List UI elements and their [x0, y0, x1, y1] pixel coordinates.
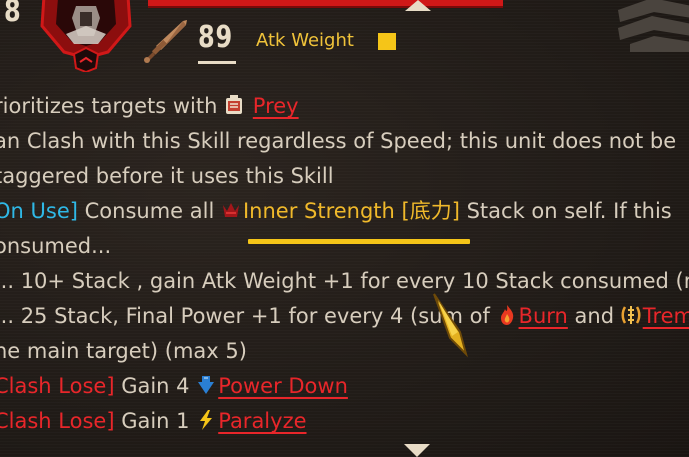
- description-text: Stack on self. If this: [459, 199, 672, 223]
- description-text: an Clash with this Skill regardless of S…: [0, 129, 677, 153]
- description-line: ... 25 Stack, Final Power +1 for every 4…: [0, 299, 689, 334]
- inner-strength-icon: [222, 203, 239, 217]
- burn-keyword[interactable]: Burn: [519, 304, 568, 328]
- description-line: he main target) (max 5): [0, 334, 689, 369]
- scroll-up-arrow-icon[interactable]: [405, 0, 431, 11]
- description-line: On Use] Consume all Inner Strength [底力] …: [0, 194, 689, 229]
- atk-weight-pip: [378, 33, 396, 50]
- description-text: rioritizes targets with: [0, 94, 225, 118]
- clash-lose-tag: Clash Lose]: [0, 374, 115, 398]
- on-use-tag: On Use]: [0, 199, 78, 223]
- tremor-icon: [621, 306, 641, 324]
- power-down-icon: [198, 376, 215, 394]
- character-portrait-icon: [40, 0, 132, 72]
- paralyze-icon: [200, 410, 213, 430]
- prey-keyword[interactable]: Prey: [253, 94, 299, 118]
- description-line: onsumed...: [0, 229, 689, 264]
- attack-value-underline: [198, 61, 236, 64]
- description-line: an Clash with this Skill regardless of S…: [0, 124, 689, 159]
- power-down-keyword[interactable]: Power Down: [218, 374, 348, 398]
- keyword-highlight-underline: [248, 239, 470, 244]
- burn-icon: [500, 305, 513, 325]
- description-text: Gain 4: [114, 374, 197, 398]
- emblem-icon: [618, 0, 689, 52]
- description-text: he main target) (max 5): [0, 339, 247, 363]
- description-text: onsumed...: [0, 234, 112, 258]
- description-text: taggered before it uses this Skill: [0, 164, 334, 188]
- sword-icon: [144, 20, 187, 63]
- description-line: taggered before it uses this Skill: [0, 159, 689, 194]
- tremor-keyword[interactable]: Trem: [643, 304, 689, 328]
- atk-weight-label: Atk Weight: [256, 30, 354, 51]
- paralyze-keyword[interactable]: Paralyze: [218, 409, 306, 433]
- description-line: Clash Lose] Gain 1 Paralyze: [0, 404, 689, 439]
- skill-level: 8: [4, 0, 21, 29]
- description-line: Clash Lose] Gain 4 Power Down: [0, 369, 689, 404]
- inner-strength-keyword[interactable]: Inner Strength [底力]: [243, 199, 460, 223]
- pointer-cursor-icon: [433, 293, 468, 358]
- clash-lose-tag: Clash Lose]: [0, 409, 115, 433]
- description-line: ... 10+ Stack , gain Atk Weight +1 for e…: [0, 264, 689, 299]
- description-text: and: [567, 304, 621, 328]
- description-text: Gain 1: [114, 409, 197, 433]
- description-text: ... 10+ Stack , gain Atk Weight +1 for e…: [0, 269, 689, 293]
- skill-description: rioritizes targets with Prey an Clash wi…: [0, 89, 689, 439]
- prey-icon: [226, 95, 243, 114]
- attack-value: 89: [198, 20, 233, 55]
- description-text: Consume all: [77, 199, 221, 223]
- top-health-bar: [148, 0, 503, 8]
- scroll-down-arrow-icon[interactable]: [404, 444, 430, 457]
- description-text: ... 25 Stack, Final Power +1 for every 4…: [0, 304, 497, 328]
- description-line: rioritizes targets with Prey: [0, 89, 689, 124]
